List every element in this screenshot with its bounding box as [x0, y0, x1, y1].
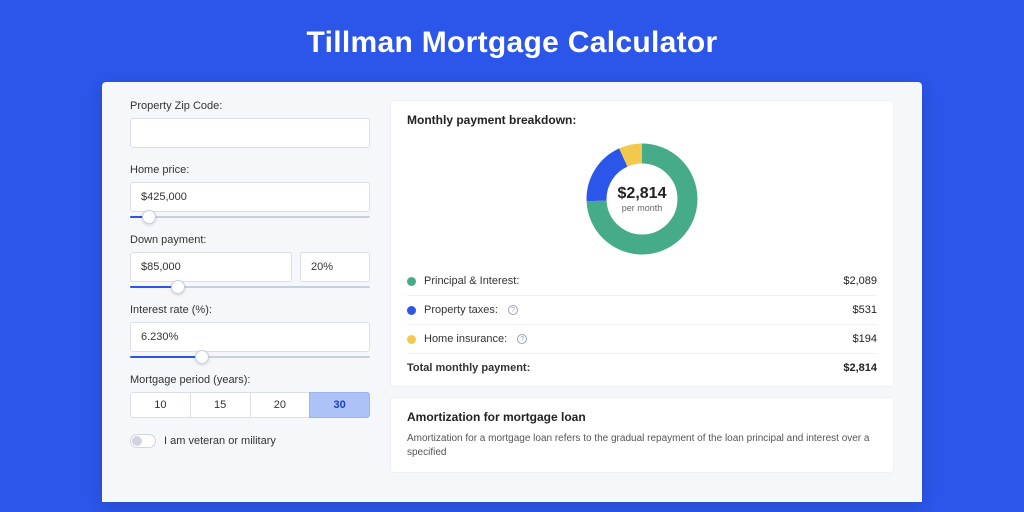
donut-chart: $2,814 per month: [582, 139, 702, 259]
interest-label: Interest rate (%):: [130, 304, 370, 316]
legend-value: $531: [853, 304, 877, 316]
period-btn-20[interactable]: 20: [250, 392, 311, 418]
home-price-slider-thumb[interactable]: [142, 210, 156, 224]
info-icon[interactable]: ?: [517, 334, 527, 344]
legend-total-label: Total monthly payment:: [407, 362, 530, 374]
breakdown-title: Monthly payment breakdown:: [407, 113, 877, 127]
interest-slider[interactable]: [130, 356, 370, 358]
down-payment-field-group: Down payment:: [130, 234, 370, 288]
period-field-group: Mortgage period (years): 10 15 20 30: [130, 374, 370, 418]
page-title: Tillman Mortgage Calculator: [0, 0, 1024, 82]
dot-icon: [407, 335, 416, 344]
period-btn-15[interactable]: 15: [190, 392, 251, 418]
legend-label: Principal & Interest:: [424, 275, 519, 287]
down-payment-slider[interactable]: [130, 286, 370, 288]
down-payment-label: Down payment:: [130, 234, 370, 246]
interest-input[interactable]: [130, 322, 370, 352]
home-price-slider[interactable]: [130, 216, 370, 218]
home-price-field-group: Home price:: [130, 164, 370, 218]
legend-total-value: $2,814: [843, 362, 877, 374]
down-payment-slider-thumb[interactable]: [171, 280, 185, 294]
legend-row-taxes: Property taxes: ? $531: [407, 296, 877, 325]
period-button-row: 10 15 20 30: [130, 392, 370, 418]
dot-icon: [407, 306, 416, 315]
amortization-title: Amortization for mortgage loan: [407, 410, 877, 424]
info-icon[interactable]: ?: [508, 305, 518, 315]
interest-slider-thumb[interactable]: [195, 350, 209, 364]
down-payment-pct-input[interactable]: [300, 252, 370, 282]
breakdown-panel: Monthly payment breakdown: $2,814 per mo…: [390, 100, 894, 387]
interest-field-group: Interest rate (%):: [130, 304, 370, 358]
zip-input[interactable]: [130, 118, 370, 148]
home-price-input[interactable]: [130, 182, 370, 212]
dot-icon: [407, 277, 416, 286]
input-column: Property Zip Code: Home price: Down paym…: [130, 100, 370, 502]
legend-row-principal: Principal & Interest: $2,089: [407, 267, 877, 296]
legend-value: $194: [853, 333, 877, 345]
down-payment-input[interactable]: [130, 252, 292, 282]
donut-chart-wrap: $2,814 per month: [407, 133, 877, 267]
donut-total-value: $2,814: [618, 185, 667, 203]
legend-label: Property taxes:: [424, 304, 498, 316]
zip-field-group: Property Zip Code:: [130, 100, 370, 148]
legend-row-insurance: Home insurance: ? $194: [407, 325, 877, 354]
veteran-toggle-label: I am veteran or military: [164, 435, 276, 447]
interest-slider-fill: [130, 356, 202, 358]
amortization-panel: Amortization for mortgage loan Amortizat…: [390, 397, 894, 473]
donut-center: $2,814 per month: [582, 139, 702, 259]
legend-row-total: Total monthly payment: $2,814: [407, 354, 877, 382]
veteran-toggle[interactable]: [130, 434, 156, 448]
period-btn-10[interactable]: 10: [130, 392, 191, 418]
home-price-label: Home price:: [130, 164, 370, 176]
legend-label: Home insurance:: [424, 333, 507, 345]
calculator-card: Property Zip Code: Home price: Down paym…: [102, 82, 922, 502]
amortization-text: Amortization for a mortgage loan refers …: [407, 432, 877, 460]
legend-value: $2,089: [843, 275, 877, 287]
donut-total-sub: per month: [622, 203, 663, 213]
results-column: Monthly payment breakdown: $2,814 per mo…: [390, 100, 894, 502]
veteran-toggle-row: I am veteran or military: [130, 434, 370, 448]
period-btn-30[interactable]: 30: [309, 392, 370, 418]
zip-label: Property Zip Code:: [130, 100, 370, 112]
period-label: Mortgage period (years):: [130, 374, 370, 386]
